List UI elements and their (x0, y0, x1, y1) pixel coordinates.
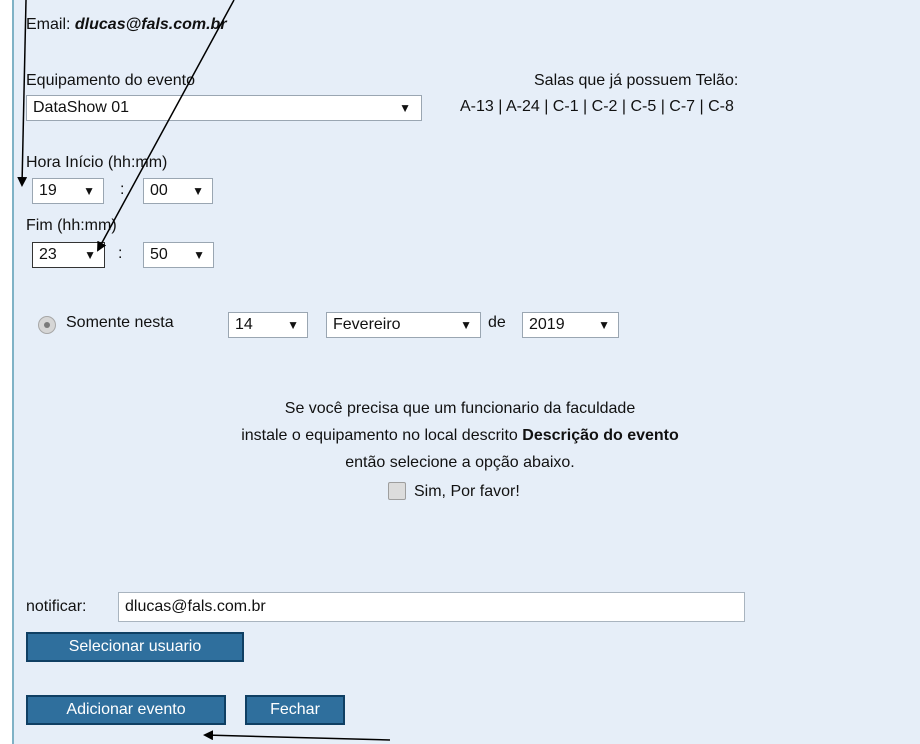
install-checkbox-label: Sim, Por favor! (414, 483, 520, 500)
end-minute-select[interactable]: 50 ▼ (143, 242, 214, 268)
notify-input-value: dlucas@fals.com.br (125, 598, 266, 615)
rooms-list: A-13 | A-24 | C-1 | C-2 | C-5 | C-7 | C-… (460, 98, 734, 115)
start-time-separator: : (120, 181, 125, 198)
month-select[interactable]: Fevereiro ▼ (326, 312, 481, 338)
install-text-line1: Se você precisa que um funcionario da fa… (284, 400, 636, 417)
date-de-label: de (488, 314, 506, 331)
close-button[interactable]: Fechar (245, 695, 345, 725)
day-value: 14 (235, 316, 253, 333)
year-select[interactable]: 2019 ▼ (522, 312, 619, 338)
install-text-line2-prefix: instale o equipamento no local descrito (241, 427, 518, 444)
email-value: dlucas@fals.com.br (74, 16, 227, 33)
rooms-title: Salas que já possuem Telão: (534, 72, 739, 89)
chevron-down-icon: ▼ (193, 248, 205, 262)
end-hour-select[interactable]: 23 ▼ (32, 242, 105, 268)
start-hour-select[interactable]: 19 ▼ (32, 178, 104, 204)
chevron-down-icon: ▼ (287, 318, 299, 332)
year-value: 2019 (529, 316, 565, 333)
start-minute-select[interactable]: 00 ▼ (143, 178, 213, 204)
notify-input[interactable]: dlucas@fals.com.br (118, 592, 745, 622)
install-text-line2: instale o equipamento no local descrito … (0, 427, 920, 445)
chevron-down-icon: ▼ (460, 318, 472, 332)
end-time-label: Fim (hh:mm) (26, 217, 117, 234)
install-checkbox[interactable] (388, 482, 406, 500)
install-text-line3: então selecione a opção abaixo. (345, 454, 575, 471)
chevron-down-icon: ▼ (83, 184, 95, 198)
email-label: Email: (26, 16, 71, 33)
equipment-select[interactable]: DataShow 01 ▼ (26, 95, 422, 121)
email-row: Email: dlucas@fals.com.br (26, 16, 227, 34)
select-user-button[interactable]: Selecionar usuario (26, 632, 244, 662)
day-select[interactable]: 14 ▼ (228, 312, 308, 338)
end-hour-value: 23 (39, 246, 57, 263)
equipment-select-value: DataShow 01 (33, 99, 130, 116)
event-description-bold: Descrição do evento (522, 427, 679, 444)
month-value: Fevereiro (333, 316, 401, 333)
end-time-separator: : (118, 245, 123, 262)
date-label: Somente nesta (66, 314, 174, 331)
notify-label: notificar: (26, 598, 87, 615)
start-hour-value: 19 (39, 182, 57, 199)
chevron-down-icon: ▼ (84, 248, 96, 262)
end-minute-value: 50 (150, 246, 168, 263)
equipment-label: Equipamento do evento (26, 72, 196, 89)
start-minute-value: 00 (150, 182, 168, 199)
start-time-label: Hora Início (hh:mm) (26, 154, 168, 171)
chevron-down-icon: ▼ (192, 184, 204, 198)
add-event-button[interactable]: Adicionar evento (26, 695, 226, 725)
chevron-down-icon: ▼ (399, 101, 411, 115)
date-radio[interactable] (38, 316, 56, 334)
chevron-down-icon: ▼ (598, 318, 610, 332)
